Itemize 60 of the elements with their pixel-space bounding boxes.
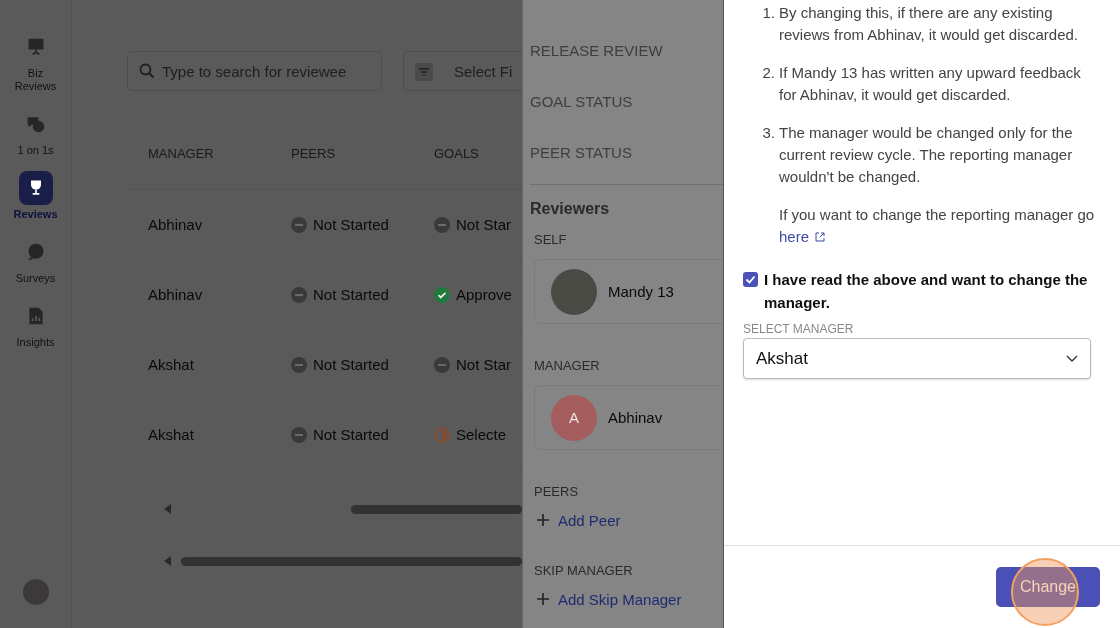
group-label: SELF [534,232,568,247]
checkmark-icon [745,274,756,285]
table-cell-text: Abhinav [148,286,204,303]
avatar-photo-placeholder [551,268,597,315]
group-label: MANAGER [534,358,601,373]
section-tab[interactable]: RELEASE REVIEW [530,25,723,76]
note-text: If Mandy 13 has written any upward feedback for Abhinav, it would get discarded. [779,63,1082,105]
manager-dropdown[interactable]: Akshat [743,338,1091,379]
reviewer-name: Abhinav [608,409,663,426]
status-text: Not Started [313,286,389,303]
external-link-icon [815,232,826,242]
status-text: Not Star [456,216,512,233]
section-tab[interactable]: PEER STATUS [530,127,723,178]
filter-field[interactable]: Select Fi [403,51,522,91]
note-text: If you want to change the reporting manager go here [779,204,1096,248]
chat-icon [25,114,46,134]
field-label: SELECT MANAGER [743,322,855,336]
sidebar-item[interactable]: 1 on 1s [5,107,66,157]
status-text: Not Started [313,216,389,233]
add-link[interactable]: Add Peer [534,511,723,529]
status-text: Not Started [313,356,389,373]
add-link[interactable]: Add Skip Manager [534,590,723,608]
section-tab[interactable]: GOAL STATUS [530,76,723,127]
status-text: Not Star [456,356,512,373]
filter-icon [415,63,433,81]
column-header: PEERS [291,145,337,161]
reviewer-name: Mandy 13 [608,283,674,300]
plus-icon [534,590,552,608]
table-cell-text: Akshat [148,426,195,443]
status-text: Approve [456,286,512,303]
table-cell-text: Abhinav [148,216,204,233]
checkbox[interactable] [743,272,758,287]
list-number: 1. [761,3,775,23]
search-icon [139,63,155,79]
sidebar-item[interactable]: Insights [5,299,66,349]
note-text: By changing this, if there are any existing reviews from Abhinav, it would get discarded. [779,3,1080,45]
sidebar-item[interactable]: Biz Reviews [5,30,66,93]
list-number: 2. [761,63,775,83]
column-header: GOALS [434,145,480,161]
status-text: Not Started [313,426,389,443]
group-label: SKIP MANAGER [534,563,634,578]
plus-icon [534,511,552,529]
chevron-down-icon [1066,354,1078,363]
user-avatar[interactable] [22,579,49,605]
avatar-initial: A [551,394,597,441]
checkbox-label: I have read the above and want to change the manager. [764,270,1089,313]
change-button[interactable]: Change [996,567,1100,607]
section-title: Reviewers [530,200,611,218]
group-label: PEERS [534,484,580,499]
scroll-left-icon[interactable] [164,556,171,566]
sidebar-item[interactable]: Surveys [5,235,66,285]
here-link[interactable]: here [779,226,826,248]
status-text: Selecte [456,426,507,443]
search-field[interactable]: Type to search for reviewee [127,51,382,91]
column-header: MANAGER [148,145,215,161]
list-number: 3. [761,123,775,143]
sidebar-item[interactable]: Reviews [5,171,66,221]
table-cell-text: Akshat [148,356,195,373]
note-text: The manager would be changed only for the current review cycle. The reporting manager wouldn't be changed. [779,123,1074,187]
scroll-left-icon[interactable] [164,504,171,514]
